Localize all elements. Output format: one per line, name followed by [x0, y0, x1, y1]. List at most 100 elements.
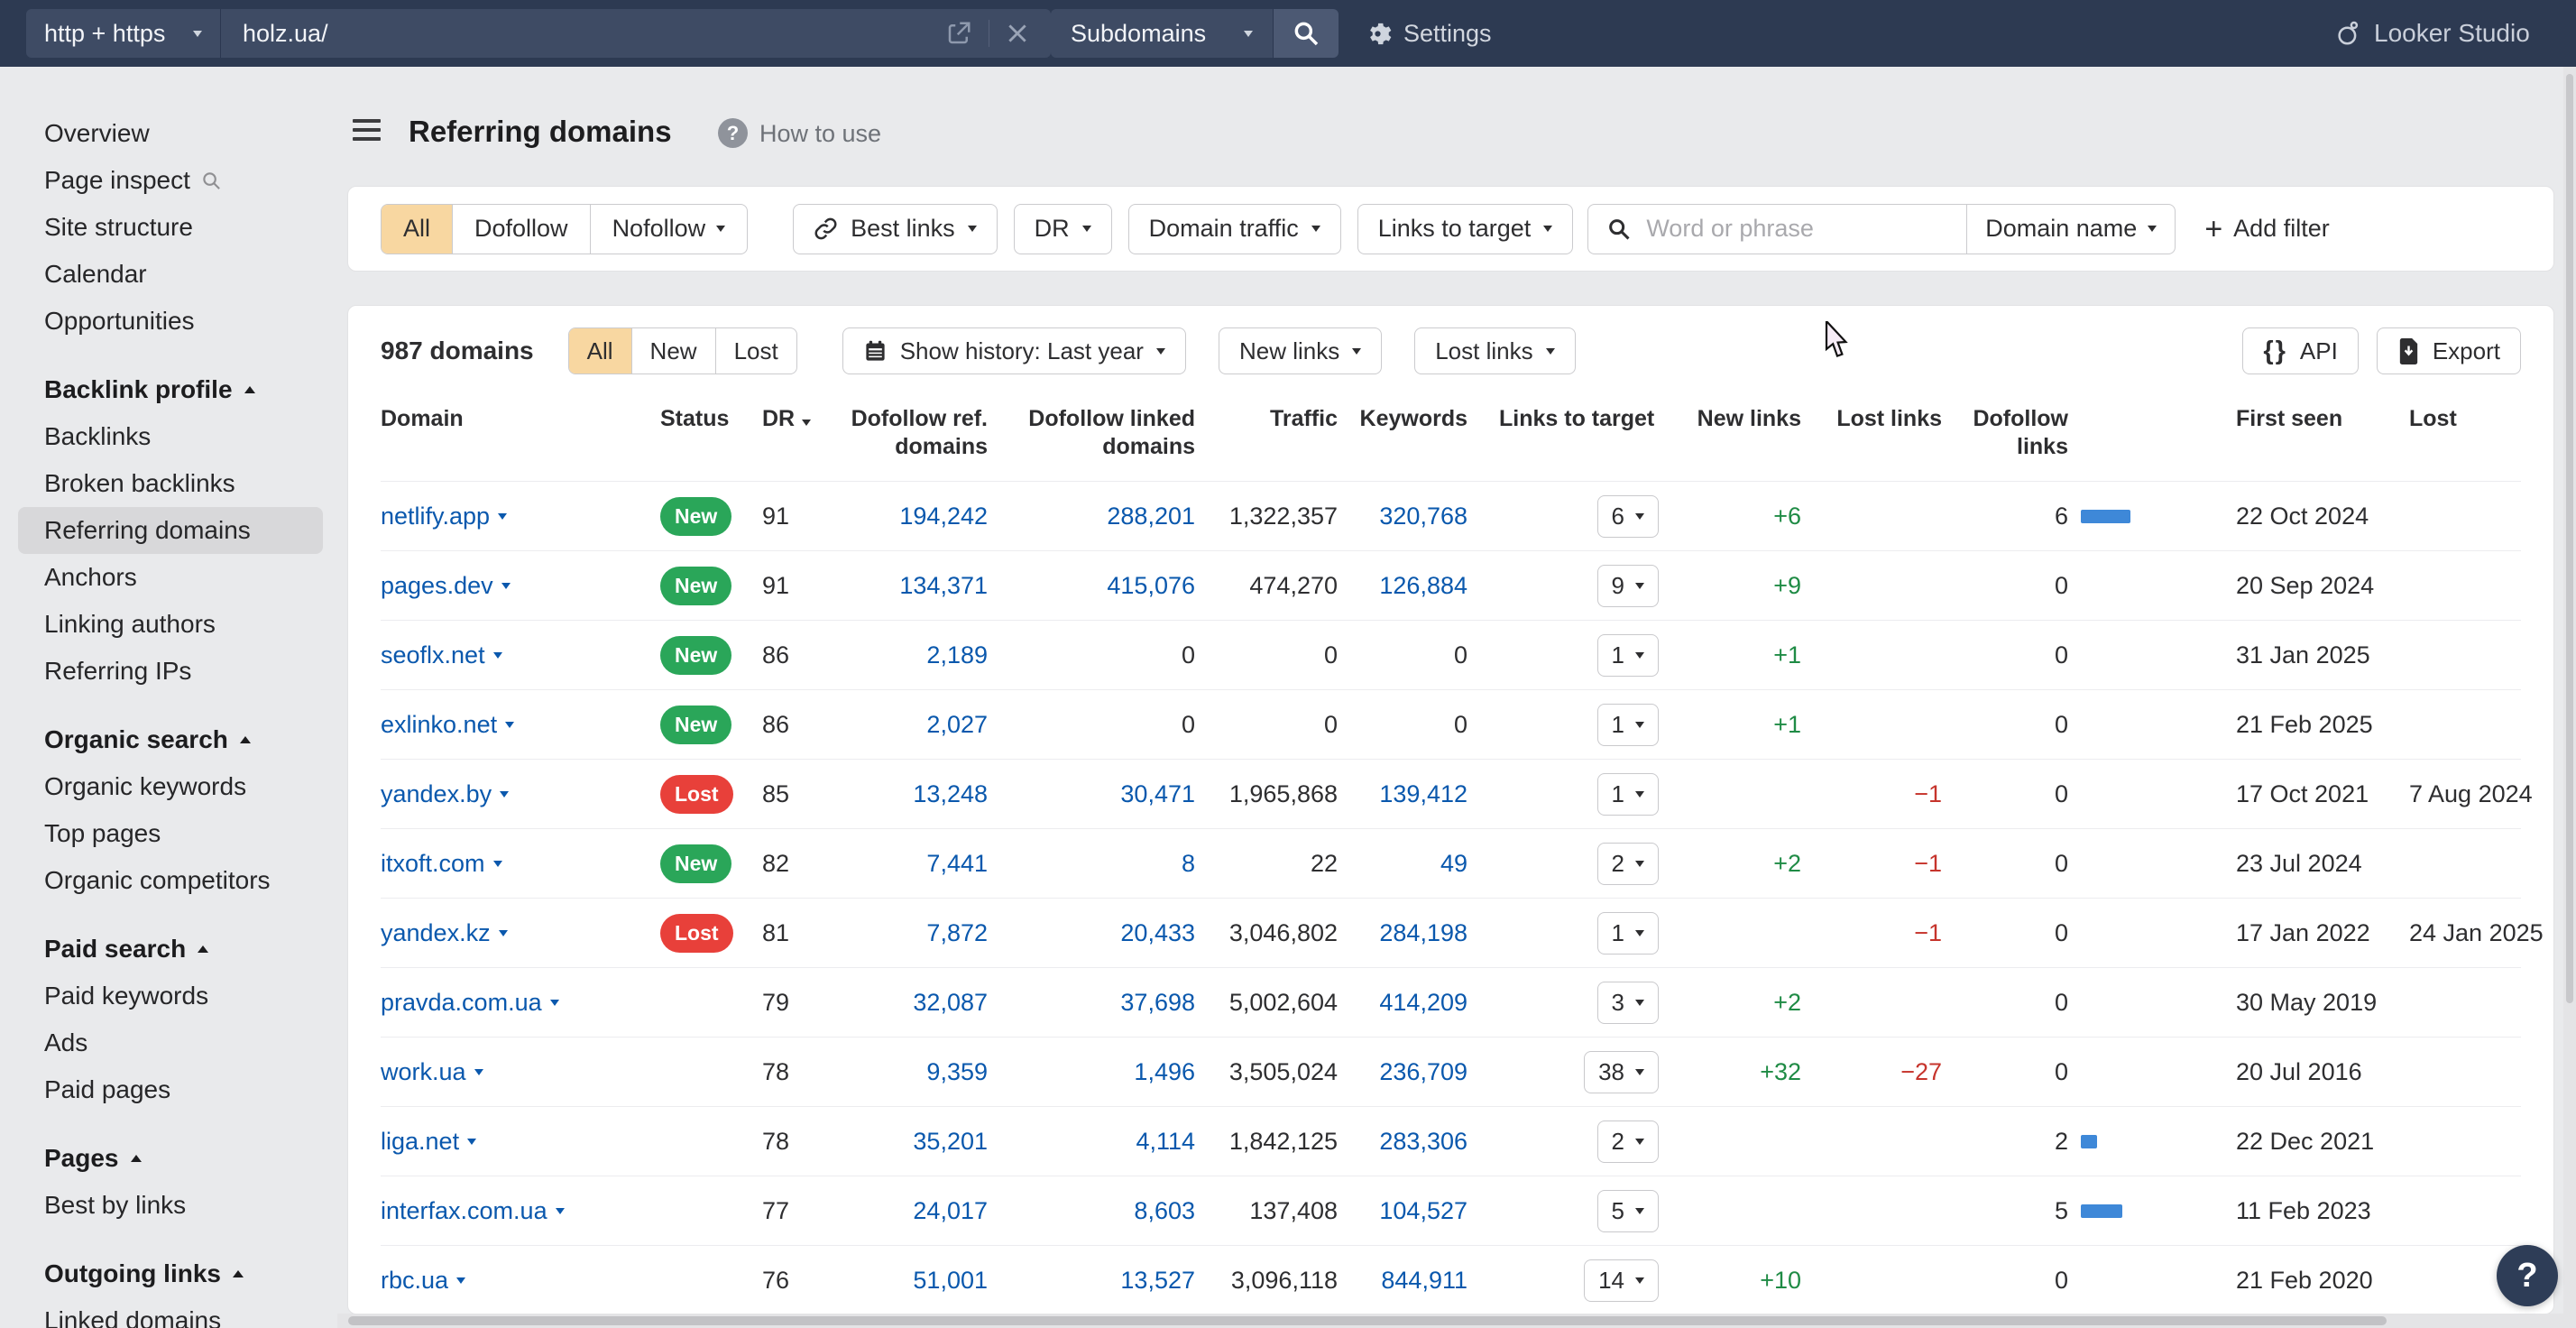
sidebar-item-referring-domains[interactable]: Referring domains: [18, 507, 323, 554]
dofollow-ref-domains-value[interactable]: 35,201: [913, 1128, 988, 1155]
sidebar-item-top-pages[interactable]: Top pages: [18, 810, 323, 857]
dofollow-linked-domains-value[interactable]: 8,603: [1134, 1197, 1195, 1224]
column-header-links-to-target[interactable]: Links to target: [1467, 405, 1684, 433]
follow-tab-nofollow[interactable]: Nofollow: [590, 205, 748, 254]
domain-link[interactable]: rbc.ua: [381, 1267, 465, 1295]
keywords-value[interactable]: 284,198: [1379, 919, 1467, 946]
links-to-target-filter[interactable]: Links to target: [1357, 204, 1574, 254]
dofollow-ref-domains-value[interactable]: 2,189: [926, 641, 988, 669]
protocol-dropdown[interactable]: http + https: [26, 9, 220, 58]
column-header-new-links[interactable]: New links: [1684, 405, 1801, 433]
new-links-dropdown[interactable]: New links: [1219, 327, 1382, 374]
domain-traffic-filter[interactable]: Domain traffic: [1128, 204, 1341, 254]
sidebar-item-opportunities[interactable]: Opportunities: [18, 298, 323, 345]
sidebar-item-page-inspect[interactable]: Page inspect: [18, 157, 323, 204]
links-to-target-select[interactable]: 6: [1597, 495, 1659, 538]
sidebar-section-paid-search[interactable]: Paid search: [18, 926, 323, 973]
dofollow-ref-domains-value[interactable]: 2,027: [926, 711, 988, 738]
domain-link[interactable]: interfax.com.ua: [381, 1197, 565, 1225]
sidebar-item-referring-ips[interactable]: Referring IPs: [18, 648, 323, 695]
export-button[interactable]: Export: [2377, 327, 2521, 374]
best-links-filter[interactable]: Best links: [793, 204, 998, 254]
sidebar-item-linked-domains[interactable]: Linked domains: [18, 1297, 323, 1328]
keywords-value[interactable]: 126,884: [1379, 572, 1467, 599]
search-button[interactable]: [1274, 9, 1339, 58]
column-header-first-seen[interactable]: First seen: [2171, 405, 2387, 433]
column-header-dofollow-linked-domains[interactable]: Dofollow linked domains: [988, 405, 1195, 461]
external-link-icon[interactable]: [945, 20, 972, 47]
links-to-target-select[interactable]: 2: [1597, 843, 1659, 885]
column-header-traffic[interactable]: Traffic: [1195, 405, 1338, 433]
dofollow-ref-domains-value[interactable]: 7,872: [926, 919, 988, 946]
horizontal-scrollbar-thumb[interactable]: [348, 1316, 2387, 1325]
dofollow-linked-domains-value[interactable]: 8: [1182, 850, 1195, 877]
lost-links-dropdown[interactable]: Lost links: [1414, 327, 1575, 374]
sidebar-item-linking-authors[interactable]: Linking authors: [18, 601, 323, 648]
dofollow-ref-domains-value[interactable]: 32,087: [913, 989, 988, 1016]
sidebar-section-backlink-profile[interactable]: Backlink profile: [18, 366, 323, 413]
vertical-scrollbar-thumb[interactable]: [2566, 74, 2573, 1003]
sidebar-item-organic-competitors[interactable]: Organic competitors: [18, 857, 323, 904]
question-circle-icon[interactable]: ?: [718, 118, 748, 148]
links-to-target-select[interactable]: 1: [1597, 634, 1659, 677]
how-to-use-link[interactable]: How to use: [759, 120, 881, 148]
domain-link[interactable]: itxoft.com: [381, 850, 502, 878]
domain-link[interactable]: yandex.kz: [381, 919, 508, 947]
menu-toggle-icon[interactable]: [353, 119, 381, 146]
vertical-scrollbar[interactable]: [2563, 67, 2576, 1328]
domain-link[interactable]: netlify.app: [381, 503, 507, 530]
domain-link[interactable]: seoflx.net: [381, 641, 502, 669]
follow-tab-dofollow[interactable]: Dofollow: [452, 205, 590, 254]
settings-button[interactable]: Settings: [1364, 0, 1492, 67]
domain-link[interactable]: exlinko.net: [381, 711, 514, 739]
follow-tab-all[interactable]: All: [382, 205, 452, 254]
links-to-target-select[interactable]: 1: [1597, 912, 1659, 954]
clear-url-icon[interactable]: [1006, 22, 1029, 45]
sidebar-item-backlinks[interactable]: Backlinks: [18, 413, 323, 460]
sidebar-section-outgoing-links[interactable]: Outgoing links: [18, 1250, 323, 1297]
dofollow-linked-domains-value[interactable]: 30,471: [1120, 780, 1195, 807]
column-header-dofollow-ref-domains[interactable]: Dofollow ref. domains: [825, 405, 988, 461]
looker-studio-button[interactable]: Looker Studio: [2334, 0, 2530, 67]
dofollow-linked-domains-value[interactable]: 20,433: [1120, 919, 1195, 946]
column-header-status[interactable]: Status: [660, 405, 762, 433]
column-header-dr[interactable]: DR: [762, 405, 825, 433]
keywords-value[interactable]: 414,209: [1379, 989, 1467, 1016]
dofollow-linked-domains-value[interactable]: 4,114: [1136, 1128, 1195, 1155]
show-history-dropdown[interactable]: Show history: Last year: [842, 327, 1186, 374]
dofollow-linked-domains-value[interactable]: 415,076: [1107, 572, 1195, 599]
links-to-target-select[interactable]: 1: [1597, 773, 1659, 816]
links-to-target-select[interactable]: 9: [1597, 565, 1659, 607]
dofollow-ref-domains-value[interactable]: 51,001: [913, 1267, 988, 1294]
url-input[interactable]: holz.ua/: [221, 9, 1051, 58]
sidebar-item-paid-pages[interactable]: Paid pages: [18, 1066, 323, 1113]
sidebar-item-anchors[interactable]: Anchors: [18, 554, 323, 601]
dofollow-linked-domains-value[interactable]: 1,496: [1134, 1058, 1195, 1085]
horizontal-scrollbar[interactable]: [337, 1314, 2563, 1328]
dofollow-ref-domains-value[interactable]: 9,359: [926, 1058, 988, 1085]
domain-link[interactable]: pravda.com.ua: [381, 989, 559, 1017]
status-tab-all[interactable]: All: [569, 328, 631, 374]
keywords-value[interactable]: 236,709: [1379, 1058, 1467, 1085]
domain-link[interactable]: liga.net: [381, 1128, 476, 1156]
keywords-value[interactable]: 139,412: [1379, 780, 1467, 807]
sidebar-item-paid-keywords[interactable]: Paid keywords: [18, 973, 323, 1019]
status-tab-new[interactable]: New: [631, 328, 715, 374]
scope-dropdown[interactable]: Subdomains: [1051, 9, 1273, 58]
dofollow-ref-domains-value[interactable]: 194,242: [899, 503, 988, 530]
column-header-domain[interactable]: Domain: [381, 405, 660, 433]
dofollow-ref-domains-value[interactable]: 13,248: [913, 780, 988, 807]
keywords-value[interactable]: 844,911: [1381, 1267, 1467, 1294]
dofollow-ref-domains-value[interactable]: 134,371: [899, 572, 988, 599]
dofollow-linked-domains-value[interactable]: 37,698: [1120, 989, 1195, 1016]
column-header-lost[interactable]: Lost: [2387, 405, 2523, 433]
sidebar-section-pages[interactable]: Pages: [18, 1135, 323, 1182]
links-to-target-select[interactable]: 5: [1597, 1190, 1659, 1232]
domain-link[interactable]: pages.dev: [381, 572, 511, 600]
links-to-target-select[interactable]: 38: [1584, 1051, 1659, 1093]
help-button[interactable]: ?: [2497, 1245, 2558, 1306]
sidebar-item-ads[interactable]: Ads: [18, 1019, 323, 1066]
dofollow-ref-domains-value[interactable]: 24,017: [913, 1197, 988, 1224]
sidebar-item-broken-backlinks[interactable]: Broken backlinks: [18, 460, 323, 507]
keywords-value[interactable]: 104,527: [1379, 1197, 1467, 1224]
